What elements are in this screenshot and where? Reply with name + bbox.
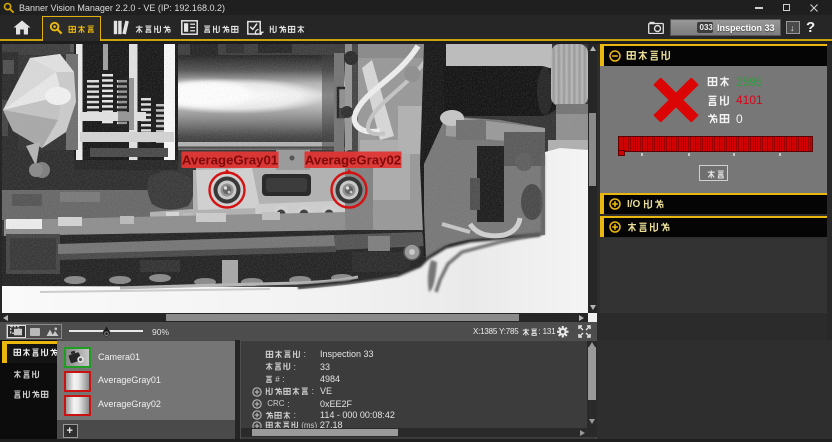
svg-text:AverageGray02: AverageGray02 xyxy=(305,153,401,168)
svg-text:AverageGray01: AverageGray01 xyxy=(182,153,278,168)
